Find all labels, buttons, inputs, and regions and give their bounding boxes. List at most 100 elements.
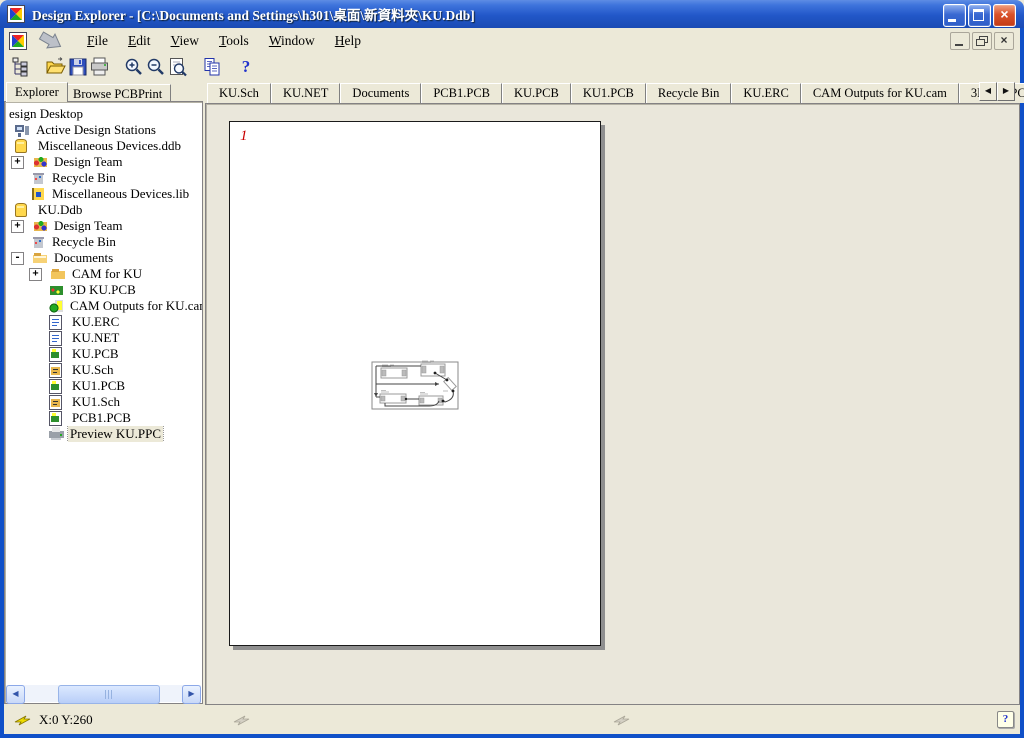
- tree-item-ku-pcb[interactable]: KU.PCB: [5, 346, 202, 362]
- help-icon: ?: [242, 57, 251, 77]
- doc-tab-ku-erc[interactable]: KU.ERC: [731, 83, 801, 103]
- design-manager-button[interactable]: [10, 55, 34, 79]
- cross-probe-icon-gray: [613, 713, 631, 727]
- maximize-button[interactable]: [968, 4, 991, 27]
- printer-icon: [49, 427, 64, 441]
- doc-tab-documents[interactable]: Documents: [340, 83, 421, 103]
- tree-item-ku1-pcb[interactable]: KU1.PCB: [5, 378, 202, 394]
- tree-item-recycle-bin-1[interactable]: Recycle Bin: [5, 170, 202, 186]
- close-button[interactable]: ×: [993, 4, 1016, 27]
- document-logo-icon[interactable]: [9, 32, 27, 50]
- zoom-out-button[interactable]: [144, 55, 168, 79]
- tree-item-design-team-1[interactable]: +Design Team: [5, 154, 202, 170]
- tree-item-miscellaneous-devices-ddb[interactable]: Miscellaneous Devices.ddb: [5, 138, 202, 154]
- explorer-tree-panel: esign Desktop Active Design Stations Mis…: [4, 101, 203, 704]
- tree-item-design-desktop[interactable]: esign Desktop: [5, 106, 202, 122]
- recycle-bin-icon: [31, 235, 46, 249]
- database-icon: [15, 203, 27, 217]
- window-border-right: [1020, 26, 1024, 738]
- print-preview-area[interactable]: 1: [205, 103, 1020, 705]
- folder-icon: [51, 267, 66, 281]
- tab-explorer[interactable]: Explorer: [6, 82, 68, 102]
- cam-output-icon: [49, 299, 64, 313]
- tree-item-ku-sch[interactable]: KU.Sch: [5, 362, 202, 378]
- expand-plus-icon[interactable]: +: [29, 268, 42, 281]
- preview-page[interactable]: 1: [229, 121, 601, 646]
- tree-item-3d-ku-pcb[interactable]: 3D KU.PCB: [5, 282, 202, 298]
- tab-scroll-left-button[interactable]: ◀: [979, 82, 997, 101]
- tree-item-design-team-2[interactable]: +Design Team: [5, 218, 202, 234]
- copy-button[interactable]: [200, 55, 224, 79]
- tree-item-documents[interactable]: -Documents: [5, 250, 202, 266]
- tree-horizontal-scrollbar[interactable]: ◀ ▶: [6, 685, 201, 702]
- doc-tab-ku-pcb[interactable]: KU.PCB: [502, 83, 571, 103]
- doc-tab-ku-net[interactable]: KU.NET: [271, 83, 340, 103]
- tree-item-active-design-stations[interactable]: Active Design Stations: [5, 122, 202, 138]
- menu-help[interactable]: Help: [325, 31, 371, 51]
- mdi-restore-button[interactable]: [972, 32, 992, 50]
- tree-item-ku-ddb[interactable]: KU.Ddb: [5, 202, 202, 218]
- doc-tab-ku1-pcb[interactable]: KU1.PCB: [571, 83, 646, 103]
- mdi-close-button[interactable]: ×: [994, 32, 1014, 50]
- zoom-document-button[interactable]: [166, 55, 190, 79]
- library-icon: [31, 187, 46, 201]
- minimize-button[interactable]: [943, 4, 966, 27]
- tree-item-ku1-sch[interactable]: KU1.Sch: [5, 394, 202, 410]
- save-button[interactable]: [66, 55, 90, 79]
- text-document-icon: [49, 331, 62, 346]
- pcb-document-icon: [49, 379, 62, 394]
- window-title: Design Explorer - [C:\Documents and Sett…: [32, 4, 475, 24]
- schematic-document-icon: [49, 395, 62, 410]
- pcb-document-icon: [49, 411, 62, 426]
- zoom-out-icon: [145, 56, 167, 78]
- open-folder-icon: [45, 56, 67, 78]
- menu-view[interactable]: View: [161, 31, 209, 51]
- design-team-icon: [33, 155, 48, 169]
- tree-item-cam-for-ku[interactable]: +CAM for KU: [5, 266, 202, 282]
- tab-scroll-right-button[interactable]: ▶: [997, 82, 1015, 101]
- tab-browse-pcbprint[interactable]: Browse PCBPrint: [64, 84, 171, 102]
- scrollbar-thumb[interactable]: [58, 685, 160, 704]
- zoom-document-icon: [167, 56, 189, 78]
- open-folder-icon: [33, 251, 48, 265]
- tree-item-cam-outputs[interactable]: CAM Outputs for KU.cam: [5, 298, 202, 314]
- doc-tab-cam-outputs[interactable]: CAM Outputs for KU.cam: [801, 83, 959, 103]
- scroll-left-button[interactable]: ◀: [6, 685, 25, 704]
- mdi-minimize-button[interactable]: [950, 32, 970, 50]
- pcb-document-icon: [49, 347, 62, 362]
- doc-tab-pcb1-pcb[interactable]: PCB1.PCB: [421, 83, 502, 103]
- expand-plus-icon[interactable]: +: [11, 220, 24, 233]
- cursor-coordinates: X:0 Y:260: [39, 712, 93, 728]
- text-document-icon: [49, 315, 62, 330]
- mdi-window-controls: ×: [950, 32, 1014, 50]
- pcb-preview-thumbnail: [369, 353, 461, 413]
- print-button[interactable]: [88, 55, 112, 79]
- pcb-3d-icon: [49, 283, 64, 297]
- menu-edit[interactable]: Edit: [118, 31, 161, 51]
- doc-tab-ku-sch[interactable]: KU.Sch: [207, 83, 271, 103]
- tree-item-recycle-bin-2[interactable]: Recycle Bin: [5, 234, 202, 250]
- expand-plus-icon[interactable]: +: [11, 156, 24, 169]
- scroll-right-button[interactable]: ▶: [182, 685, 201, 704]
- design-tree: esign Desktop Active Design Stations Mis…: [5, 106, 202, 442]
- menu-window[interactable]: Window: [259, 31, 325, 51]
- save-icon: [67, 56, 89, 78]
- collapse-minus-icon[interactable]: -: [11, 252, 24, 265]
- recycle-bin-icon: [31, 171, 46, 185]
- doc-tab-recycle-bin[interactable]: Recycle Bin: [646, 83, 731, 103]
- design-team-icon: [33, 219, 48, 233]
- tree-item-pcb1-pcb[interactable]: PCB1.PCB: [5, 410, 202, 426]
- app-logo-icon: [7, 5, 25, 23]
- menu-tools[interactable]: Tools: [209, 31, 259, 51]
- page-number: 1: [240, 128, 248, 145]
- tree-item-miscellaneous-devices-lib[interactable]: Miscellaneous Devices.lib: [5, 186, 202, 202]
- open-document-button[interactable]: [44, 55, 68, 79]
- down-arrow-icon: [37, 31, 65, 51]
- status-help-button[interactable]: ?: [997, 711, 1014, 728]
- tree-item-preview-ku-ppc[interactable]: Preview KU.PPC: [5, 426, 202, 442]
- tree-item-ku-net[interactable]: KU.NET: [5, 330, 202, 346]
- menu-file[interactable]: File: [77, 31, 118, 51]
- tree-item-ku-erc[interactable]: KU.ERC: [5, 314, 202, 330]
- help-button[interactable]: ?: [234, 55, 258, 79]
- zoom-in-button[interactable]: [122, 55, 146, 79]
